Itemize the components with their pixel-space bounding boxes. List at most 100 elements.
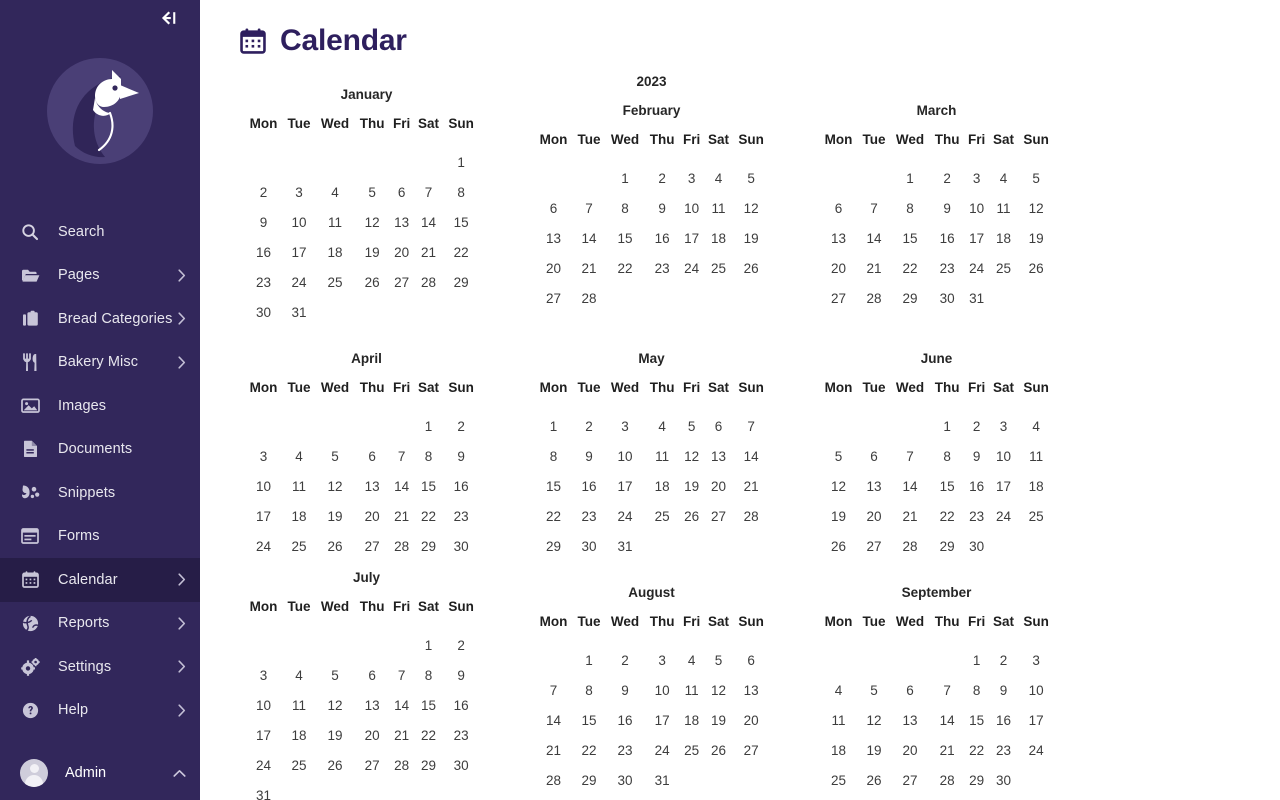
day-cell[interactable]: 9 (443, 660, 479, 690)
collapse-left-icon[interactable] (156, 5, 182, 31)
day-cell[interactable]: 7 (390, 441, 414, 471)
day-cell[interactable]: 3 (989, 411, 1018, 441)
day-cell[interactable]: 12 (355, 207, 390, 237)
day-cell[interactable]: 7 (890, 441, 930, 471)
day-cell[interactable]: 1 (890, 163, 930, 193)
day-cell[interactable]: 3 (244, 660, 283, 690)
day-cell[interactable]: 19 (733, 223, 769, 253)
day-cell[interactable]: 30 (443, 750, 479, 780)
day-cell[interactable]: 15 (534, 471, 573, 501)
day-cell[interactable]: 12 (680, 441, 704, 471)
day-cell[interactable]: 8 (605, 193, 645, 223)
day-cell[interactable]: 9 (443, 441, 479, 471)
day-cell[interactable]: 27 (819, 283, 858, 313)
day-cell[interactable]: 3 (645, 645, 680, 675)
day-cell[interactable]: 5 (704, 645, 733, 675)
day-cell[interactable]: 25 (989, 253, 1018, 283)
sidebar-item-bread-categories[interactable]: Bread Categories (0, 297, 200, 341)
sidebar-item-settings[interactable]: Settings (0, 645, 200, 689)
day-cell[interactable]: 6 (355, 660, 390, 690)
day-cell[interactable]: 4 (283, 441, 315, 471)
day-cell[interactable]: 15 (890, 223, 930, 253)
day-cell[interactable]: 4 (819, 675, 858, 705)
day-cell[interactable]: 13 (858, 471, 890, 501)
day-cell[interactable]: 3 (605, 411, 645, 441)
day-cell[interactable]: 25 (645, 501, 680, 531)
day-cell[interactable]: 12 (315, 690, 355, 720)
day-cell[interactable]: 12 (733, 193, 769, 223)
day-cell[interactable]: 26 (1018, 253, 1054, 283)
day-cell[interactable]: 24 (244, 750, 283, 780)
day-cell[interactable]: 19 (315, 501, 355, 531)
wagtail-bird-logo[interactable] (0, 36, 200, 186)
day-cell[interactable]: 10 (1018, 675, 1054, 705)
day-cell[interactable]: 2 (605, 645, 645, 675)
day-cell[interactable]: 28 (858, 283, 890, 313)
day-cell[interactable]: 19 (680, 471, 704, 501)
day-cell[interactable]: 8 (414, 441, 443, 471)
day-cell[interactable]: 15 (414, 690, 443, 720)
day-cell[interactable]: 3 (283, 177, 315, 207)
day-cell[interactable]: 24 (283, 267, 315, 297)
day-cell[interactable]: 2 (573, 411, 605, 441)
day-cell[interactable]: 6 (890, 675, 930, 705)
day-cell[interactable]: 11 (1018, 441, 1054, 471)
day-cell[interactable]: 21 (858, 253, 890, 283)
day-cell[interactable]: 3 (965, 163, 989, 193)
day-cell[interactable]: 14 (858, 223, 890, 253)
day-cell[interactable]: 7 (858, 193, 890, 223)
day-cell[interactable]: 26 (733, 253, 769, 283)
day-cell[interactable]: 11 (680, 675, 704, 705)
day-cell[interactable]: 19 (355, 237, 390, 267)
day-cell[interactable]: 17 (680, 223, 704, 253)
day-cell[interactable]: 17 (605, 471, 645, 501)
day-cell[interactable]: 23 (573, 501, 605, 531)
day-cell[interactable]: 22 (414, 720, 443, 750)
day-cell[interactable]: 17 (283, 237, 315, 267)
day-cell[interactable]: 28 (534, 765, 573, 795)
day-cell[interactable]: 30 (989, 765, 1018, 795)
day-cell[interactable]: 15 (443, 207, 479, 237)
day-cell[interactable]: 31 (645, 765, 680, 795)
day-cell[interactable]: 25 (680, 735, 704, 765)
day-cell[interactable]: 29 (890, 283, 930, 313)
day-cell[interactable]: 26 (819, 531, 858, 561)
day-cell[interactable]: 30 (930, 283, 965, 313)
day-cell[interactable]: 16 (443, 471, 479, 501)
day-cell[interactable]: 8 (965, 675, 989, 705)
day-cell[interactable]: 12 (1018, 193, 1054, 223)
day-cell[interactable]: 23 (965, 501, 989, 531)
day-cell[interactable]: 14 (414, 207, 443, 237)
day-cell[interactable]: 25 (819, 765, 858, 795)
day-cell[interactable]: 2 (244, 177, 283, 207)
day-cell[interactable]: 1 (965, 645, 989, 675)
day-cell[interactable]: 14 (890, 471, 930, 501)
day-cell[interactable]: 9 (965, 441, 989, 471)
sidebar-item-help[interactable]: Help (0, 689, 200, 733)
day-cell[interactable]: 10 (965, 193, 989, 223)
day-cell[interactable]: 6 (819, 193, 858, 223)
day-cell[interactable]: 3 (244, 441, 283, 471)
day-cell[interactable]: 22 (930, 501, 965, 531)
day-cell[interactable]: 10 (645, 675, 680, 705)
day-cell[interactable]: 23 (930, 253, 965, 283)
day-cell[interactable]: 17 (965, 223, 989, 253)
day-cell[interactable]: 27 (534, 283, 573, 313)
day-cell[interactable]: 20 (858, 501, 890, 531)
day-cell[interactable]: 22 (573, 735, 605, 765)
day-cell[interactable]: 15 (573, 705, 605, 735)
day-cell[interactable]: 11 (283, 690, 315, 720)
day-cell[interactable]: 17 (645, 705, 680, 735)
day-cell[interactable]: 8 (573, 675, 605, 705)
day-cell[interactable]: 15 (605, 223, 645, 253)
day-cell[interactable]: 12 (315, 471, 355, 501)
day-cell[interactable]: 29 (573, 765, 605, 795)
day-cell[interactable]: 18 (819, 735, 858, 765)
day-cell[interactable]: 14 (573, 223, 605, 253)
day-cell[interactable]: 3 (680, 163, 704, 193)
sidebar-item-reports[interactable]: Reports (0, 602, 200, 646)
day-cell[interactable]: 4 (283, 660, 315, 690)
day-cell[interactable]: 20 (355, 720, 390, 750)
day-cell[interactable]: 25 (315, 267, 355, 297)
day-cell[interactable]: 8 (534, 441, 573, 471)
